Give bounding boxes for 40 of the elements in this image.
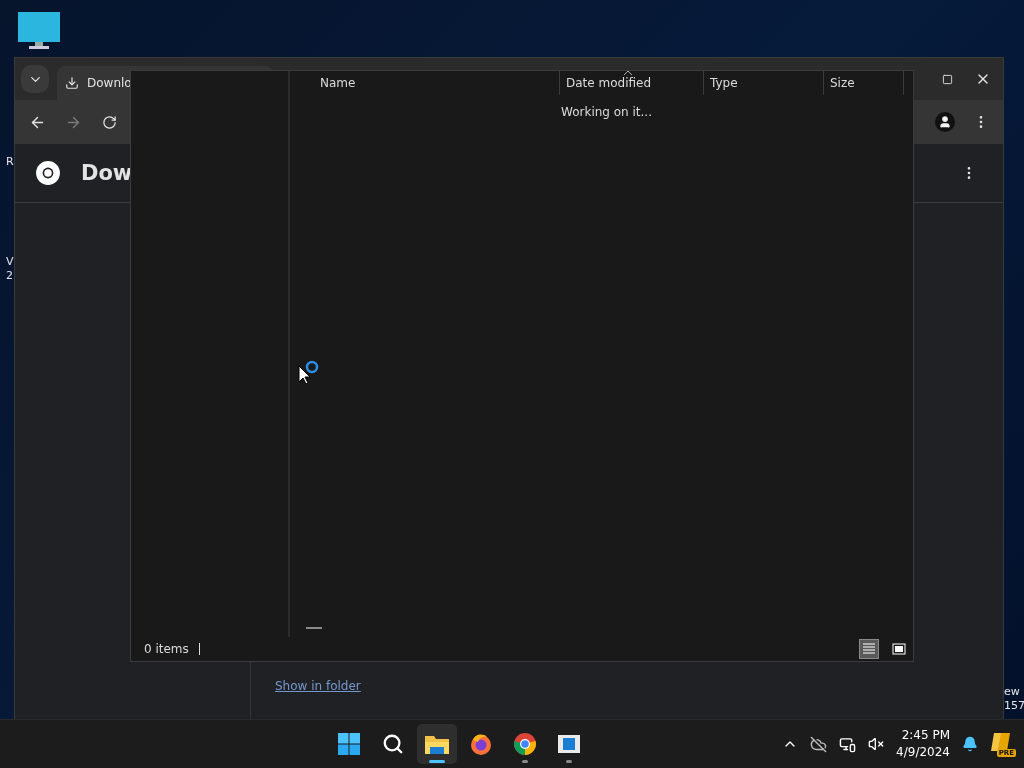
details-view-button[interactable] (859, 639, 879, 659)
list-lines-icon (862, 643, 876, 655)
running-indicator (522, 760, 529, 763)
firefox-icon (469, 732, 494, 756)
chrome-icon (513, 732, 538, 756)
desktop-icon-label: R (6, 155, 14, 169)
taskbar-app-button[interactable] (417, 724, 458, 764)
computer-icon[interactable] (17, 11, 61, 51)
desktop-icon-label: 157 (1004, 699, 1024, 713)
person-icon (935, 112, 955, 132)
sort-caret-icon (624, 71, 632, 76)
item-count: 0 items (144, 642, 189, 656)
page-title: Dow (81, 161, 133, 185)
folder-icon (424, 733, 451, 755)
mute-icon[interactable] (868, 736, 885, 752)
clock[interactable]: 2:45 PM 4/9/2024 (896, 727, 950, 761)
running-indicator (566, 760, 573, 763)
column-header[interactable]: Size (824, 71, 904, 95)
column-header[interactable]: Date modified (560, 71, 704, 95)
network-icon[interactable] (839, 735, 857, 753)
bell-icon[interactable] (962, 736, 978, 752)
desktop-icon-label: V (6, 255, 14, 269)
tab-list-button[interactable] (21, 65, 49, 93)
search-icon (382, 733, 405, 755)
status-message: Working on it... (560, 104, 653, 119)
chrome-logo-icon (35, 160, 61, 186)
copilot-logo-icon (990, 731, 1012, 753)
windows-logo-icon (337, 732, 362, 756)
running-indicator (429, 760, 446, 763)
column-header[interactable]: Type (704, 71, 824, 95)
show-in-folder-link[interactable]: Show in folder (275, 679, 979, 693)
desktop-icon-label: 2 (6, 269, 14, 283)
tile-view-icon (892, 643, 906, 655)
column-header[interactable]: Name (312, 71, 560, 95)
desktop-icon-label: ew (1004, 685, 1021, 699)
app-window-icon (557, 733, 582, 755)
download-icon (65, 76, 79, 90)
cloud-off-icon[interactable] (810, 735, 828, 753)
reload-icon (101, 114, 117, 130)
maximize-icon (941, 73, 953, 85)
